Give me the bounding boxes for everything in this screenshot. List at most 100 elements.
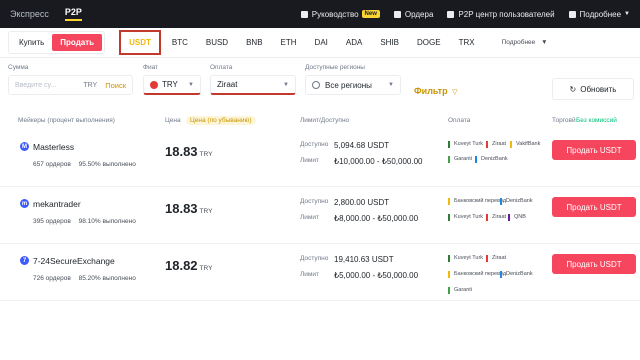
available-value: 19,410.63 USDT — [334, 255, 394, 264]
asset-tab-btc[interactable]: BTC — [172, 38, 188, 47]
asset-row: Купить Продать USDT BTC BUSD BNB ETH DAI… — [0, 28, 640, 58]
caret-down-icon: ▼ — [188, 81, 194, 88]
payment-method-tag: Ziraat — [486, 214, 506, 221]
amount-filter: Сумма Введите су... TRY Поиск — [8, 64, 133, 95]
asset-tab-dai[interactable]: DAI — [315, 38, 328, 47]
payment-method-tag: DenizBank — [500, 198, 533, 205]
new-badge: New — [361, 10, 380, 18]
asset-tab-bnb[interactable]: BNB — [246, 38, 262, 47]
asset-tab-busd[interactable]: BUSD — [206, 38, 228, 47]
sell-usdt-button[interactable]: Продать USDT — [552, 197, 636, 217]
amount-field[interactable]: Введите су... TRY Поиск — [8, 75, 133, 95]
table-row: M Masterless 657 ордеров 95.50% выполнен… — [0, 130, 640, 187]
asset-tab-ada[interactable]: ADA — [346, 38, 362, 47]
sell-usdt-button[interactable]: Продать USDT — [552, 254, 636, 274]
header-price: Цена — [165, 116, 181, 124]
payment-method-tag: Kuveyt Turk — [448, 214, 483, 221]
buy-sell-toggle: Купить Продать — [8, 31, 106, 54]
regions-select[interactable]: Все регионы ▼ — [305, 75, 401, 95]
table-row: m mekantrader 395 ордеров 98.10% выполне… — [0, 187, 640, 244]
orders-link[interactable]: Ордера — [393, 9, 434, 19]
filter-button[interactable]: Фильтр ▽ — [414, 86, 458, 96]
caret-down-icon: ▼ — [283, 81, 289, 88]
asset-tab-doge[interactable]: DOGE — [417, 38, 441, 47]
fiat-select[interactable]: TRY ▼ — [143, 75, 201, 95]
maker-stats: 395 ордеров 98.10% выполнено — [33, 218, 136, 225]
fiat-label: Фиат — [143, 64, 159, 71]
completion-rate: 95.50% выполнено — [78, 161, 136, 168]
ads-list: M Masterless 657 ордеров 95.50% выполнен… — [0, 130, 640, 301]
refresh-label: Обновить — [580, 84, 617, 94]
sell-usdt-button[interactable]: Продать USDT — [552, 140, 636, 160]
available-label: Доступно — [300, 255, 329, 262]
globe-icon — [312, 81, 320, 89]
maker-stats: 657 ордеров 95.50% выполнено — [33, 161, 136, 168]
sell-button[interactable]: Продать — [52, 34, 103, 51]
more-menu[interactable]: Подробнее ▼ — [568, 9, 630, 19]
refresh-button[interactable]: ↻ Обновить — [552, 78, 634, 100]
limit-label: Лимит — [300, 214, 319, 221]
price-value: 18.82 TRY — [165, 258, 212, 273]
payment-select[interactable]: Ziraat ▼ — [210, 75, 296, 95]
caret-down-icon: ▼ — [388, 82, 394, 88]
fiat-filter: Фиат TRY ▼ — [143, 64, 201, 95]
more-assets-dropdown[interactable]: Подробнее ▼ — [502, 39, 548, 46]
payment-method-tag: Ziraat — [486, 255, 506, 262]
payment-value: Ziraat — [217, 80, 238, 89]
price-number: 18.82 — [165, 258, 198, 273]
payment-method-tag: Kuveyt Turk — [448, 255, 483, 262]
price-number: 18.83 — [165, 201, 198, 216]
limit-value: ₺5,000.00 - ₺50,000.00 — [334, 271, 419, 280]
avatar: 7 — [20, 256, 29, 265]
asset-tab-shib[interactable]: SHIB — [380, 38, 399, 47]
price-value: 18.83 TRY — [165, 144, 212, 159]
user-center-link[interactable]: P2P центр пользователей — [447, 9, 555, 19]
orders-count: 395 ордеров — [33, 218, 71, 225]
chevron-down-icon: ▼ — [541, 39, 548, 46]
payment-method-tag: QNB — [508, 214, 526, 221]
maker-name-link[interactable]: 7-24SecureExchange — [33, 256, 115, 266]
guide-label: Руководство — [311, 9, 359, 19]
tab-express[interactable]: Экспресс — [10, 9, 49, 19]
tab-p2p[interactable]: P2P — [64, 7, 82, 21]
payment-filter: Оплата Ziraat ▼ — [210, 64, 296, 95]
price-currency: TRY — [199, 151, 213, 158]
amount-search-button[interactable]: Поиск — [105, 81, 126, 90]
book-icon — [300, 10, 308, 18]
price-currency: TRY — [199, 265, 213, 272]
refresh-icon: ↻ — [569, 84, 577, 94]
price-currency: TRY — [199, 208, 213, 215]
avatar: m — [20, 199, 29, 208]
orders-label: Ордера — [404, 9, 434, 19]
limit-value: ₺10,000.00 - ₺50,000.00 — [334, 157, 423, 166]
filter-icon: ▽ — [452, 89, 458, 96]
available-value: 5,094.68 USDT — [334, 141, 390, 150]
payment-method-tag: Kuveyt Turk — [448, 141, 483, 148]
asset-tab-eth[interactable]: ETH — [281, 38, 297, 47]
maker-name-link[interactable]: mekantrader — [33, 199, 81, 209]
price-value: 18.83 TRY — [165, 201, 212, 216]
filters-bar: Сумма Введите су... TRY Поиск Фиат TRY ▼… — [0, 58, 640, 110]
regions-filter: Доступные регионы Все регионы ▼ — [305, 64, 401, 95]
asset-tab-trx[interactable]: TRX — [459, 38, 475, 47]
payment-method-tag: DenizBank — [475, 156, 508, 163]
amount-label: Сумма — [8, 64, 29, 71]
payment-method-tag: Garanti — [448, 156, 472, 163]
more-label: Подробнее — [579, 9, 622, 19]
table-row: 7 7-24SecureExchange 726 ордеров 85.20% … — [0, 244, 640, 301]
completion-rate: 98.10% выполнено — [78, 218, 136, 225]
payment-method-tag: Garanti — [448, 287, 472, 294]
asset-tab-usdt[interactable]: USDT — [119, 30, 161, 55]
guide-link[interactable]: Руководство New — [300, 9, 380, 19]
limit-label: Лимит — [300, 157, 319, 164]
regions-label: Доступные регионы — [305, 64, 365, 71]
regions-value: Все регионы — [325, 80, 372, 90]
maker-name-link[interactable]: Masterless — [33, 142, 74, 152]
price-sort-pill[interactable]: Цена (по убыванию) — [186, 115, 256, 125]
buy-button[interactable]: Купить — [11, 34, 52, 51]
header-maker: Мейкеры (процент выполнения) — [18, 116, 115, 124]
user-center-label: P2P центр пользователей — [458, 9, 555, 19]
user-icon — [447, 10, 455, 18]
limit-value: ₺8,000.00 - ₺50,000.00 — [334, 214, 419, 223]
completion-rate: 85.20% выполнено — [78, 275, 136, 282]
